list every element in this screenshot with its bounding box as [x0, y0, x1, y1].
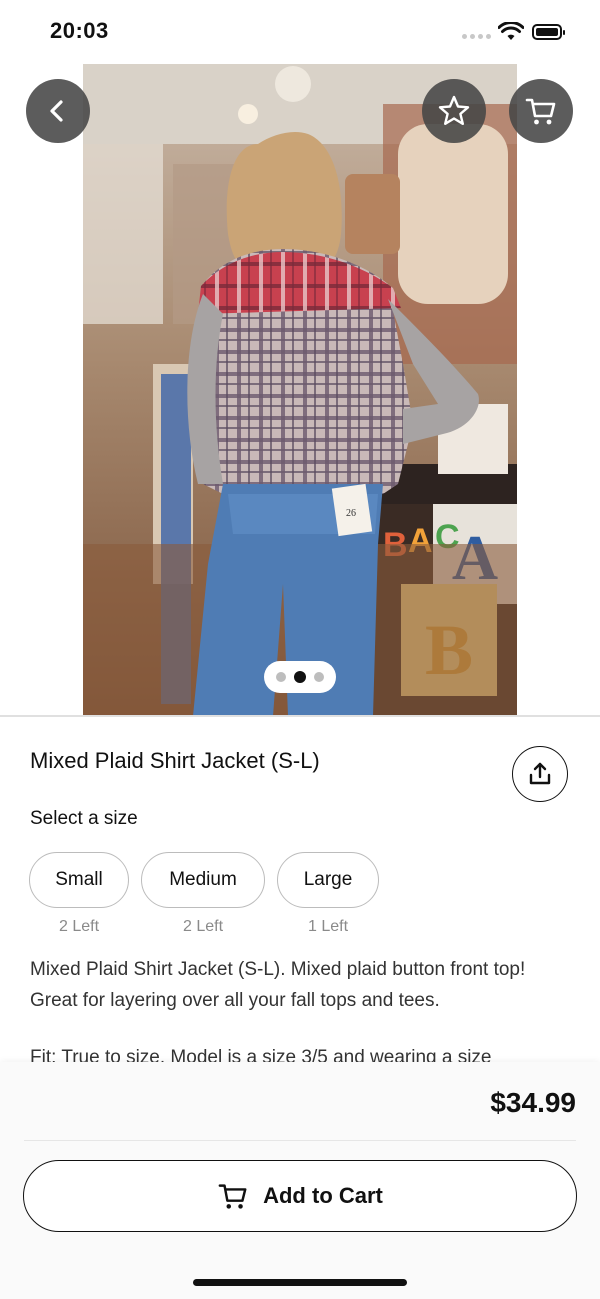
battery-icon [532, 24, 565, 40]
pager-dot[interactable] [314, 672, 324, 682]
product-image[interactable]: A B B A C 26 [83, 64, 517, 716]
stock-count-small: 2 Left [58, 918, 100, 935]
star-outline-icon [438, 95, 470, 125]
image-pager[interactable] [264, 661, 336, 693]
pager-dot[interactable] [276, 672, 286, 682]
size-option-medium[interactable]: Medium [141, 852, 265, 908]
product-title: Mixed Plaid Shirt Jacket (S-L) [30, 748, 320, 773]
share-upload-icon [529, 762, 551, 785]
size-option-large[interactable]: Large [277, 852, 379, 908]
cart-button[interactable] [509, 79, 573, 143]
product-description: Mixed Plaid Shirt Jacket (S-L). Mixed pl… [30, 954, 570, 1062]
description-paragraph: Mixed Plaid Shirt Jacket (S-L). Mixed pl… [30, 959, 526, 1011]
pager-dot-active[interactable] [294, 671, 306, 683]
share-button[interactable] [512, 746, 568, 802]
image-divider [0, 715, 600, 717]
back-button[interactable] [26, 79, 90, 143]
size-prompt: Select a size [30, 808, 138, 829]
wifi-icon [498, 22, 524, 40]
description-scroll[interactable]: Mixed Plaid Shirt Jacket (S-L). Mixed pl… [0, 940, 600, 1062]
favorite-button[interactable] [422, 79, 486, 143]
cart-icon [218, 1184, 247, 1209]
add-to-cart-button[interactable]: Add to Cart [23, 1160, 577, 1232]
signal-icon [462, 34, 491, 39]
status-time: 20:03 [50, 18, 109, 43]
stock-count-large: 1 Left [307, 918, 349, 935]
divider [24, 1140, 576, 1141]
status-bar: 20:03 [0, 0, 600, 64]
stock-count-medium: 2 Left [182, 918, 224, 935]
size-option-small[interactable]: Small [29, 852, 129, 908]
cart-icon [525, 98, 556, 125]
home-indicator[interactable] [193, 1279, 407, 1286]
add-to-cart-label: Add to Cart [263, 1183, 383, 1208]
chevron-left-icon [50, 100, 63, 122]
svg-text:26: 26 [346, 508, 356, 519]
description-paragraph: Fit: True to size. Model is a size 3/5 a… [30, 1047, 492, 1062]
price: $34.99 [490, 1087, 576, 1118]
